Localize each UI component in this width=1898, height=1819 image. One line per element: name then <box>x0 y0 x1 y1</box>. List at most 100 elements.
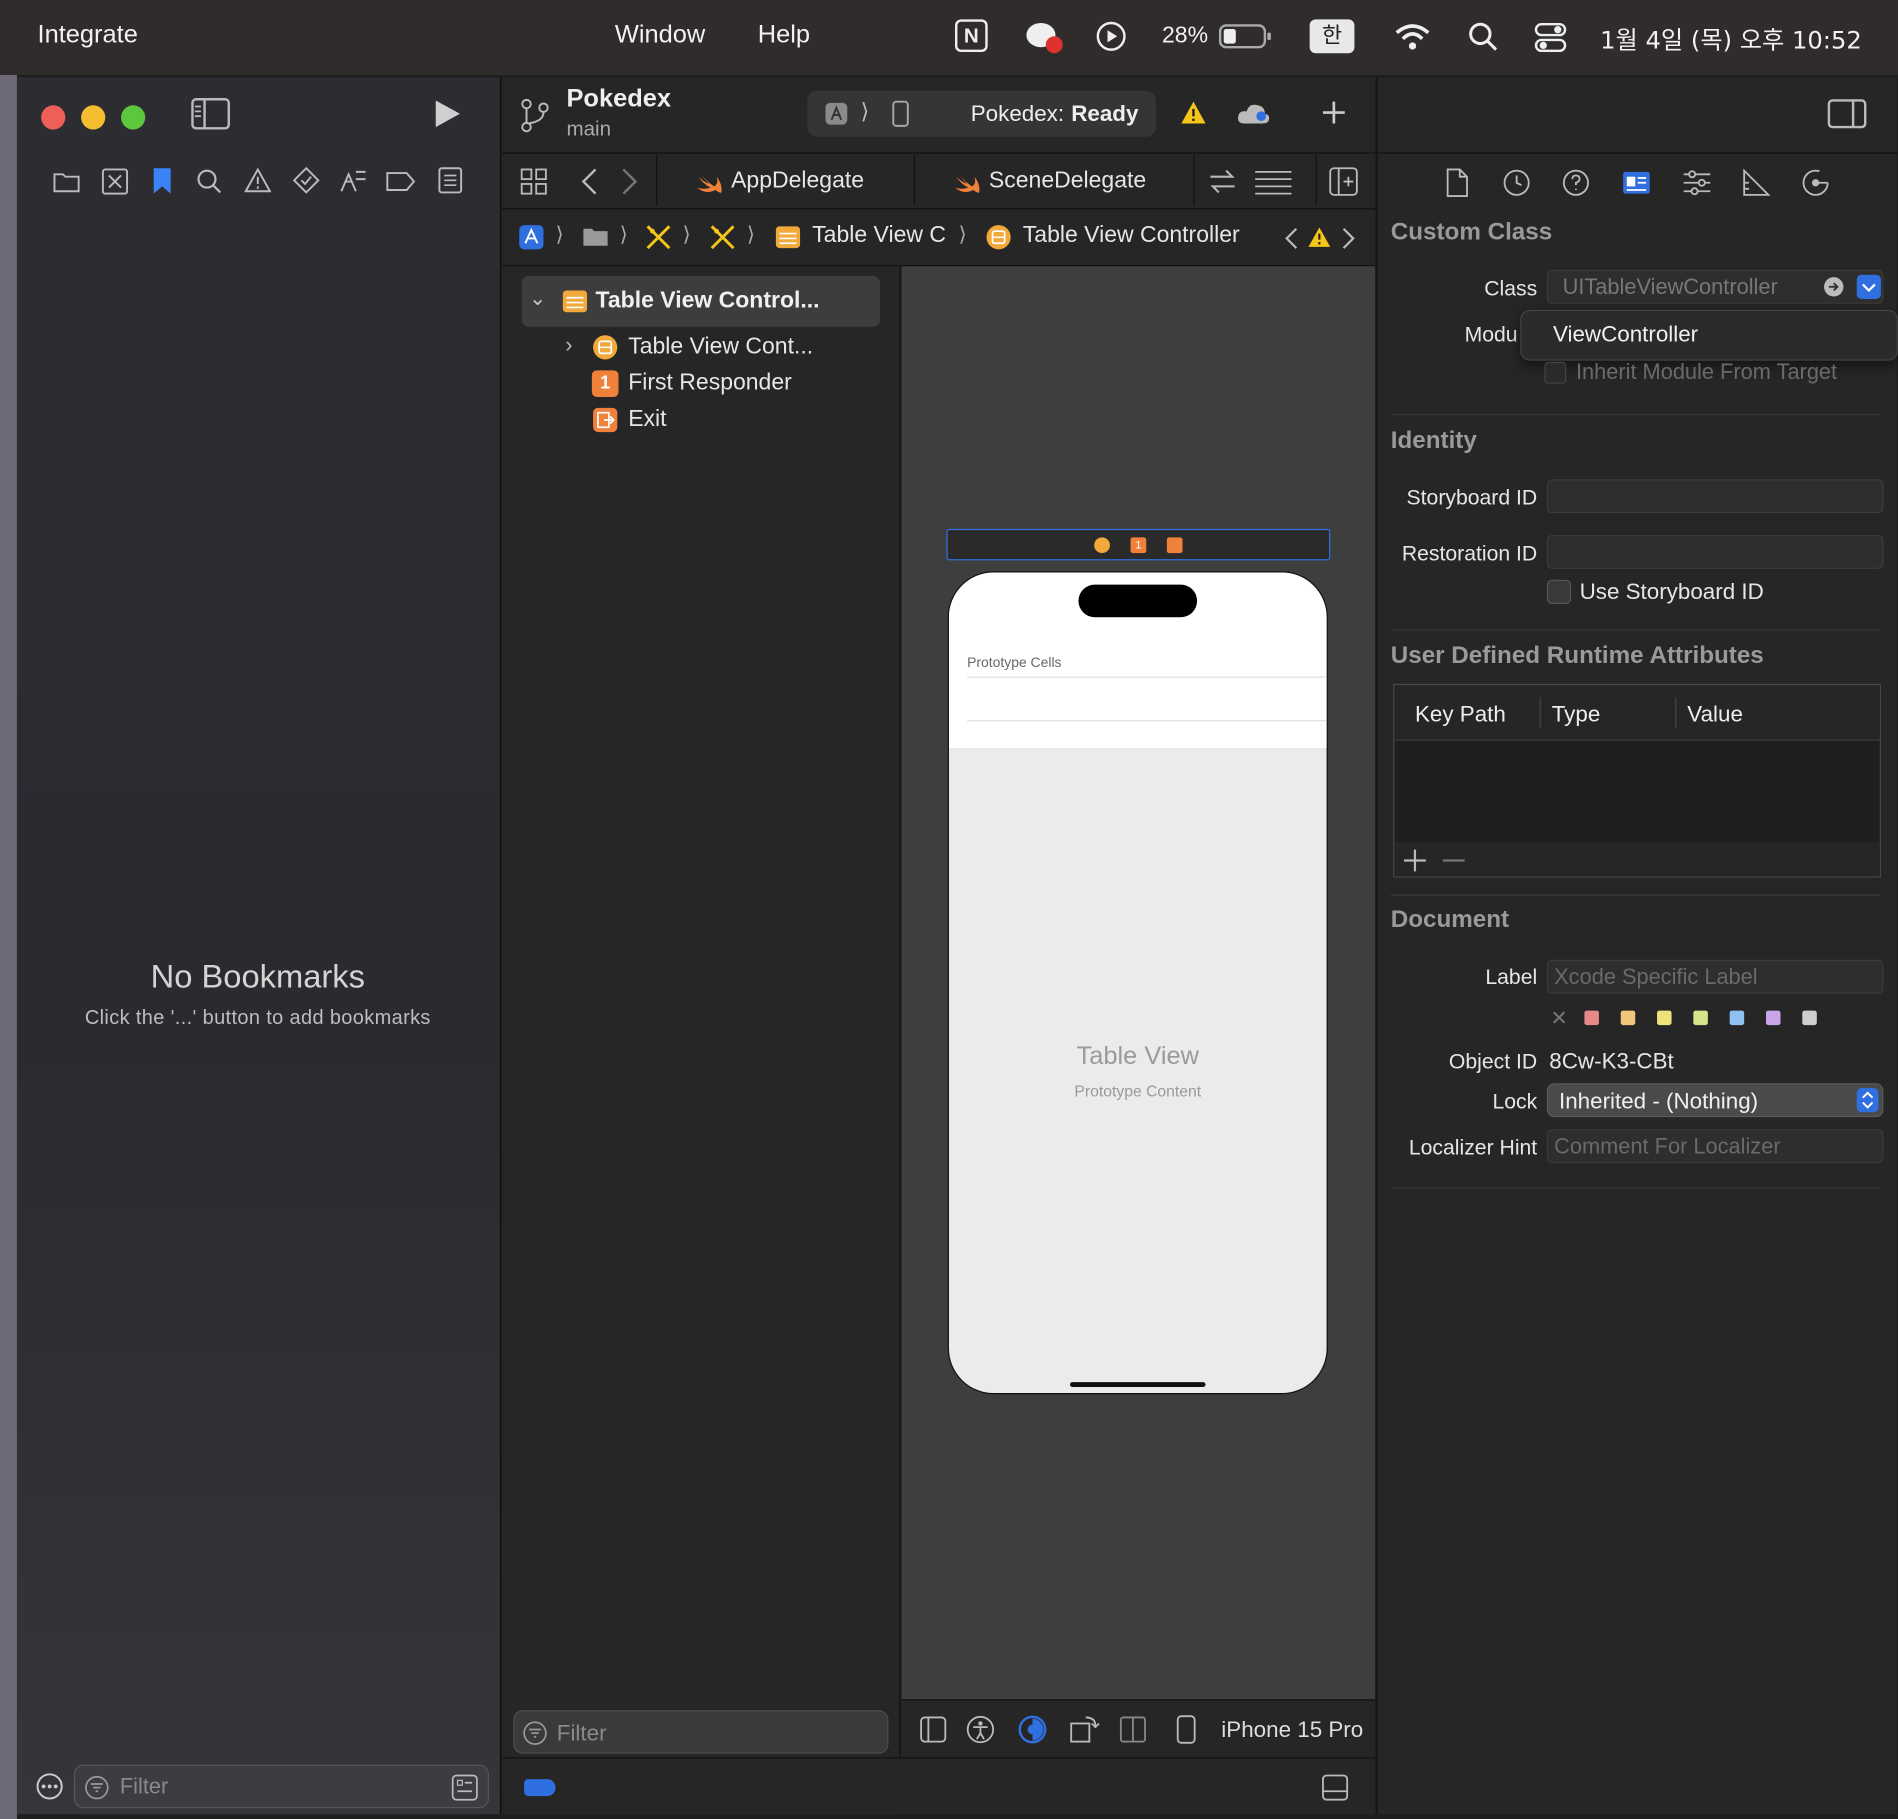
tab-scenedelegate[interactable]: SceneDelegate <box>915 154 1193 207</box>
inspector-toggle-icon[interactable] <box>1826 98 1867 136</box>
bookmark-navigator-icon[interactable] <box>153 167 172 202</box>
forward-icon[interactable] <box>620 167 639 202</box>
breakpoints-toggle-icon[interactable] <box>524 1779 556 1797</box>
source-control-navigator-icon[interactable] <box>101 168 129 201</box>
scene-breadcrumb-icon[interactable] <box>775 224 802 257</box>
inherit-module-checkbox[interactable] <box>1544 361 1567 384</box>
outline-row-exit[interactable]: Exit <box>556 402 895 438</box>
find-navigator-icon[interactable] <box>196 168 223 201</box>
layout-icon[interactable] <box>1119 1716 1147 1749</box>
search-icon[interactable] <box>1468 22 1499 60</box>
dock-controller-icon[interactable] <box>1094 537 1110 554</box>
color-swatch-purple[interactable] <box>1765 1010 1781 1026</box>
outline-row-first-responder[interactable]: 1 First Responder <box>556 366 895 402</box>
controller-breadcrumb-icon[interactable] <box>985 224 1012 257</box>
scene-dock[interactable]: 1 <box>946 528 1331 561</box>
menu-app-name[interactable]: Integrate <box>38 21 138 50</box>
play-circle-icon[interactable] <box>1095 21 1126 59</box>
editor-options-icon[interactable] <box>1254 168 1293 201</box>
project-breadcrumb-icon[interactable] <box>518 224 545 257</box>
input-source-indicator[interactable]: 한 <box>1309 19 1355 54</box>
accessibility-icon[interactable] <box>966 1715 995 1750</box>
battery-icon[interactable] <box>1218 23 1272 56</box>
device-name[interactable]: iPhone 15 Pro <box>1221 1716 1363 1743</box>
breadcrumb-controller-label[interactable]: Table View Controller <box>1023 223 1240 250</box>
menu-help[interactable]: Help <box>758 21 810 50</box>
attributes-inspector-icon[interactable] <box>1682 168 1711 203</box>
menu-window[interactable]: Window <box>615 21 705 50</box>
class-input[interactable]: UITableViewController <box>1546 269 1884 304</box>
folder-breadcrumb-icon[interactable] <box>582 225 609 253</box>
sidebar-toggle-icon[interactable] <box>190 97 231 137</box>
column-type[interactable]: Type <box>1552 701 1601 728</box>
minimize-window-button[interactable] <box>81 105 106 130</box>
no-color-icon[interactable]: ✕ <box>1551 1007 1568 1031</box>
cloud-icon[interactable] <box>1236 100 1272 133</box>
dock-exit-icon[interactable] <box>1166 537 1183 554</box>
outline-row-table-view-controller[interactable]: › Table View Cont... <box>556 329 895 365</box>
use-storyboard-id-checkbox[interactable] <box>1546 579 1572 604</box>
lock-select[interactable]: Inherited - (Nothing) <box>1546 1083 1884 1118</box>
color-swatch-orange[interactable] <box>1620 1010 1636 1026</box>
dock-first-responder-icon[interactable]: 1 <box>1130 537 1147 554</box>
color-swatch-blue[interactable] <box>1729 1010 1745 1026</box>
add-editor-icon[interactable] <box>1329 167 1358 202</box>
color-swatch-gray[interactable] <box>1802 1010 1817 1026</box>
device-preview-icon[interactable] <box>1176 1715 1196 1750</box>
messenger-icon[interactable] <box>1025 21 1064 61</box>
outline-root-row[interactable]: ⌄ Table View Control... <box>521 275 880 327</box>
close-window-button[interactable] <box>41 105 66 130</box>
breadcrumb-scene-label[interactable]: Table View C <box>812 223 946 250</box>
disclosure-open-icon[interactable]: ⌄ <box>529 287 546 311</box>
column-key-path[interactable]: Key Path <box>1415 701 1506 728</box>
iphone-frame[interactable]: Prototype Cells Table View Prototype Con… <box>947 571 1328 1395</box>
tab-appdelegate[interactable]: AppDelegate <box>657 154 914 207</box>
wifi-icon[interactable] <box>1394 22 1430 57</box>
autocomplete-item-viewcontroller[interactable]: ViewController <box>1553 321 1698 348</box>
issue-navigator-icon[interactable] <box>244 167 272 200</box>
class-dropdown-chevron-icon[interactable] <box>1856 274 1881 299</box>
bookmark-filter-input[interactable]: Filter <box>73 1764 490 1809</box>
previous-issue-icon[interactable] <box>1283 226 1300 256</box>
report-navigator-icon[interactable] <box>438 167 463 200</box>
orientation-icon[interactable] <box>1069 1714 1100 1752</box>
column-value[interactable]: Value <box>1687 701 1743 728</box>
more-options-icon[interactable] <box>35 1772 64 1807</box>
breakpoint-navigator-icon[interactable] <box>385 171 416 199</box>
control-center-icon[interactable] <box>1534 22 1568 60</box>
add-icon[interactable] <box>1319 98 1348 133</box>
run-icon[interactable] <box>432 97 463 137</box>
history-inspector-icon[interactable] <box>1502 168 1531 203</box>
zoom-window-button[interactable] <box>121 105 146 130</box>
storyboard-breadcrumb-icon[interactable] <box>645 224 672 257</box>
branch-icon[interactable] <box>519 97 550 139</box>
notion-icon[interactable]: N <box>955 19 988 53</box>
next-issue-icon[interactable] <box>1340 226 1357 256</box>
menu-clock[interactable]: 1월 4일 (목) 오후 10:52 <box>1600 21 1862 56</box>
project-navigator-icon[interactable] <box>53 169 80 199</box>
class-autocomplete-popup[interactable]: ViewController <box>1520 309 1898 361</box>
file-inspector-icon[interactable] <box>1445 168 1469 203</box>
color-swatch-red[interactable] <box>1584 1010 1599 1026</box>
back-icon[interactable] <box>580 167 599 202</box>
outline-toggle-icon[interactable] <box>920 1716 947 1749</box>
storyboard-id-input[interactable] <box>1546 479 1884 514</box>
swap-icon[interactable] <box>1208 168 1237 201</box>
activity-view[interactable]: ⟩ Pokedex: Ready <box>807 90 1156 137</box>
filter-options-icon[interactable] <box>451 1774 478 1807</box>
color-swatch-yellow[interactable] <box>1657 1010 1672 1026</box>
navigate-arrow-icon[interactable] <box>1823 276 1845 304</box>
debug-navigator-icon[interactable] <box>339 167 368 200</box>
debug-area-toggle-icon[interactable] <box>1322 1774 1349 1807</box>
disclosure-closed-icon[interactable]: › <box>565 333 572 358</box>
appearance-icon[interactable] <box>1018 1715 1047 1750</box>
restoration-id-input[interactable] <box>1546 534 1884 569</box>
add-attribute-icon[interactable] <box>1402 847 1429 880</box>
connections-inspector-icon[interactable] <box>1801 168 1830 203</box>
color-swatch-green[interactable] <box>1693 1010 1708 1026</box>
device-icon[interactable] <box>892 100 909 133</box>
project-title[interactable]: Pokedex <box>566 85 671 114</box>
branch-name[interactable]: main <box>566 117 611 141</box>
localizer-hint-input[interactable]: Comment For Localizer <box>1546 1129 1884 1164</box>
test-navigator-icon[interactable] <box>292 166 320 200</box>
